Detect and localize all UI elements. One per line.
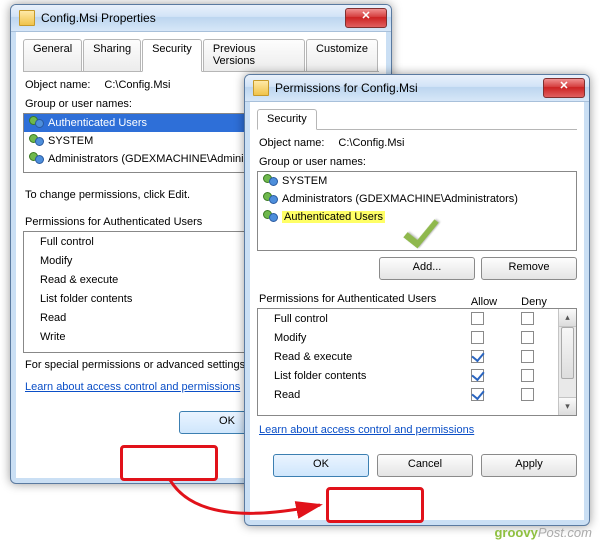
perm-for-label: Permissions for Authenticated Users — [259, 293, 457, 305]
perm-row[interactable]: Modify — [258, 328, 576, 347]
allow-checkbox[interactable] — [471, 369, 484, 382]
ok-button[interactable]: OK — [273, 454, 369, 477]
deny-checkbox[interactable] — [521, 350, 534, 363]
cancel-button[interactable]: Cancel — [377, 454, 473, 477]
window-title: Config.Msi Properties — [41, 11, 345, 25]
users-icon — [262, 210, 278, 224]
tab-security[interactable]: Security — [142, 39, 202, 72]
allow-checkbox[interactable] — [471, 350, 484, 363]
scrollbar[interactable]: ▴ ▾ — [558, 309, 576, 415]
perm-row[interactable]: Read — [258, 385, 576, 404]
remove-button[interactable]: Remove — [481, 257, 577, 280]
deny-checkbox[interactable] — [521, 312, 534, 325]
deny-checkbox[interactable] — [521, 331, 534, 344]
object-name-label: Object name: — [259, 137, 324, 149]
users-icon — [262, 192, 278, 206]
watermark: groovyPost.com — [494, 525, 592, 540]
titlebar[interactable]: Permissions for Config.Msi ✕ — [245, 75, 589, 102]
col-deny: Deny — [509, 296, 559, 308]
permissions-dialog: Permissions for Config.Msi ✕ Security Ob… — [244, 74, 590, 526]
annotation-checkmark-icon — [400, 210, 440, 250]
tab-sharing[interactable]: Sharing — [83, 39, 141, 72]
allow-checkbox[interactable] — [471, 388, 484, 401]
tab-security[interactable]: Security — [257, 109, 317, 130]
object-name-value: C:\Config.Msi — [104, 79, 170, 91]
folder-icon — [19, 10, 35, 26]
tab-strip: Security — [257, 108, 577, 130]
list-item[interactable]: SYSTEM — [258, 172, 576, 190]
close-button[interactable]: ✕ — [345, 8, 387, 28]
group-label: Group or user names: — [259, 156, 575, 168]
tab-strip: General Sharing Security Previous Versio… — [23, 38, 379, 72]
add-button[interactable]: Add... — [379, 257, 475, 280]
perm-row[interactable]: Full control — [258, 309, 576, 328]
object-name-value: C:\Config.Msi — [338, 137, 404, 149]
learn-link[interactable]: Learn about access control and permissio… — [25, 381, 240, 393]
learn-link[interactable]: Learn about access control and permissio… — [259, 424, 474, 436]
col-allow: Allow — [459, 296, 509, 308]
allow-checkbox[interactable] — [471, 331, 484, 344]
perm-row[interactable]: List folder contents — [258, 366, 576, 385]
list-item[interactable]: Administrators (GDEXMACHINE\Administrato… — [258, 190, 576, 208]
object-name-label: Object name: — [25, 79, 90, 91]
users-icon — [28, 152, 44, 166]
window-title: Permissions for Config.Msi — [275, 81, 543, 95]
permissions-grid: Full control Modify Read & execute List … — [257, 308, 577, 416]
perm-row[interactable]: Read & execute — [258, 347, 576, 366]
folder-icon — [253, 80, 269, 96]
users-icon — [28, 134, 44, 148]
tab-general[interactable]: General — [23, 39, 82, 72]
deny-checkbox[interactable] — [521, 369, 534, 382]
allow-checkbox[interactable] — [471, 312, 484, 325]
close-button[interactable]: ✕ — [543, 78, 585, 98]
users-icon — [262, 174, 278, 188]
tab-customize[interactable]: Customize — [306, 39, 378, 72]
perm-for-label: Permissions for Authenticated Users — [25, 216, 277, 228]
tab-previous-versions[interactable]: Previous Versions — [203, 39, 305, 72]
apply-button[interactable]: Apply — [481, 454, 577, 477]
deny-checkbox[interactable] — [521, 388, 534, 401]
users-icon — [28, 116, 44, 130]
titlebar[interactable]: Config.Msi Properties ✕ — [11, 5, 391, 32]
